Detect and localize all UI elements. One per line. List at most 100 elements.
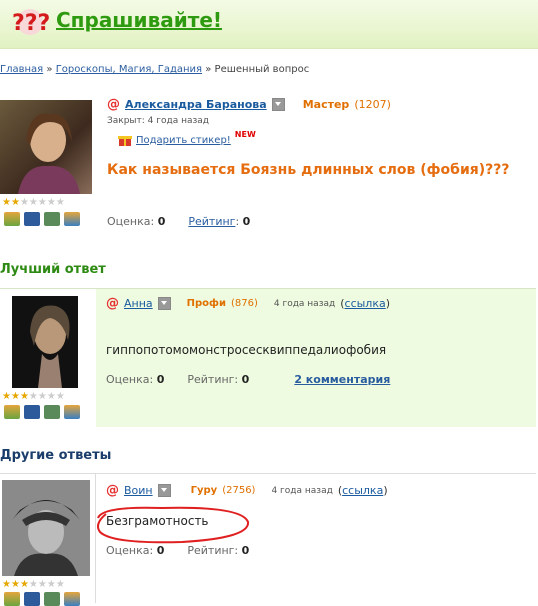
- best-answer-photo[interactable]: [12, 296, 78, 388]
- star-empty-icon: ★: [28, 579, 38, 590]
- star-filled-icon: ★: [2, 391, 11, 402]
- video-icon[interactable]: [44, 405, 60, 419]
- star-empty-icon: ★: [46, 197, 56, 208]
- at-icon: @: [106, 296, 119, 311]
- avatar: [2, 480, 90, 576]
- svg-text:???: ???: [12, 11, 50, 36]
- question-photo[interactable]: [0, 100, 92, 194]
- site-title-link[interactable]: Спрашивайте!: [56, 8, 222, 32]
- star-empty-icon: ★: [19, 197, 29, 208]
- star-empty-icon: ★: [37, 391, 47, 402]
- score-label: Оценка:: [106, 373, 154, 386]
- best-answer-author-link[interactable]: Анна: [124, 297, 153, 310]
- chevron-down-icon[interactable]: [157, 297, 171, 310]
- best-answer-heading: Лучший ответ: [0, 262, 106, 277]
- breadcrumb-separator: »: [205, 64, 212, 75]
- user-rank: Профи: [186, 298, 226, 309]
- chevron-down-icon[interactable]: [157, 484, 171, 497]
- star-empty-icon: ★: [55, 197, 65, 208]
- user-points: (876): [230, 298, 258, 309]
- question-closed-status: Закрыт: 4 года назад: [107, 116, 210, 126]
- star-empty-icon: ★: [28, 197, 38, 208]
- rating-colon: :: [235, 215, 240, 228]
- camera-icon[interactable]: [24, 212, 40, 226]
- pencil-user-icon[interactable]: [64, 212, 80, 226]
- other-answer-author-link[interactable]: Воин: [124, 484, 153, 497]
- pencil-user-icon[interactable]: [64, 592, 80, 606]
- rating-link[interactable]: Рейтинг: [188, 215, 235, 228]
- question-author-link[interactable]: Александра Баранова: [125, 98, 267, 111]
- star-filled-icon: ★: [10, 579, 20, 590]
- breadcrumb-home[interactable]: Главная: [0, 64, 43, 75]
- best-answer-score: Оценка: 0 Рейтинг: 0 2 комментария: [106, 373, 390, 386]
- pencil-user-icon[interactable]: [64, 405, 80, 419]
- best-answer-actions: [4, 405, 80, 419]
- rating-label: Рейтинг:: [187, 373, 239, 386]
- star-filled-icon: ★: [2, 197, 11, 208]
- rating-label: Рейтинг:: [187, 544, 239, 557]
- red-annotation-circle: [97, 506, 249, 544]
- at-icon: @: [106, 483, 119, 498]
- breadcrumb-separator: »: [46, 64, 53, 75]
- breadcrumb-current: Решенный вопрос: [214, 64, 310, 75]
- camera-icon[interactable]: [24, 592, 40, 606]
- other-answer-score: Оценка: 0 Рейтинг: 0: [106, 544, 249, 557]
- users-icon[interactable]: [4, 592, 20, 606]
- question-author-line: @ Александра Баранова Мастер (1207): [107, 97, 391, 112]
- permalink[interactable]: ссылка: [345, 297, 386, 310]
- best-answer-stars: ★★★★★★★: [2, 392, 65, 402]
- at-icon: @: [107, 97, 120, 112]
- user-rank: Гуру: [190, 485, 218, 496]
- star-empty-icon: ★: [46, 391, 56, 402]
- star-filled-icon: ★: [2, 579, 11, 590]
- score-value: 0: [156, 544, 165, 557]
- other-answer-photo[interactable]: [2, 480, 90, 576]
- score-label: Оценка:: [107, 215, 155, 228]
- gift-sticker-link[interactable]: Подарить стикер!: [136, 135, 231, 146]
- breadcrumb-category[interactable]: Гороскопы, Магия, Гадания: [56, 64, 202, 75]
- best-answer-author-line: @ Анна Профи (876) 4 года назад (ссылка): [106, 296, 390, 311]
- permalink[interactable]: ссылка: [342, 484, 383, 497]
- other-answer-stars: ★★★★★★★: [2, 580, 65, 590]
- star-filled-icon: ★: [10, 391, 20, 402]
- user-rank: Мастер: [302, 98, 350, 111]
- gift-sticker: Подарить стикер! NEW: [118, 129, 256, 147]
- rating-value: 0: [241, 544, 250, 557]
- answer-time: 4 года назад: [273, 298, 336, 309]
- star-empty-icon: ★: [37, 197, 47, 208]
- other-answers-heading: Другие ответы: [0, 448, 112, 463]
- question-score: Оценка: 0 Рейтинг: 0: [107, 215, 250, 228]
- users-icon[interactable]: [4, 212, 20, 226]
- answer-link: (ссылка): [340, 297, 391, 310]
- video-icon[interactable]: [44, 592, 60, 606]
- star-empty-icon: ★: [55, 579, 65, 590]
- other-answer-actions: [4, 592, 80, 606]
- users-icon[interactable]: [4, 405, 20, 419]
- user-points: (1207): [354, 98, 391, 111]
- rating-value: 0: [241, 373, 250, 386]
- question-stars: ★★★★★★★: [2, 198, 65, 208]
- question-title: Как называется Боязнь длинных слов (фоби…: [107, 162, 510, 178]
- score-value: 0: [156, 373, 165, 386]
- question-actions: [4, 212, 80, 226]
- other-answer-author-line: @ Воин Гуру (2756) 4 года назад (ссылка): [106, 483, 388, 498]
- breadcrumb: Главная » Гороскопы, Магия, Гадания » Ре…: [0, 64, 309, 75]
- star-empty-icon: ★: [46, 579, 56, 590]
- chevron-down-icon[interactable]: [271, 98, 285, 111]
- user-points: (2756): [222, 485, 256, 496]
- star-empty-icon: ★: [28, 391, 38, 402]
- comments-link[interactable]: 2 комментария: [294, 373, 390, 386]
- video-icon[interactable]: [44, 212, 60, 226]
- answer-time: 4 года назад: [271, 485, 333, 496]
- star-filled-icon: ★: [19, 579, 29, 590]
- new-badge: NEW: [234, 129, 256, 139]
- camera-icon[interactable]: [24, 405, 40, 419]
- score-label: Оценка:: [106, 544, 154, 557]
- star-empty-icon: ★: [55, 391, 65, 402]
- score-value: 0: [157, 215, 166, 228]
- best-answer-text: гиппопотомомонстросесквиппедалиофобия: [106, 343, 387, 357]
- avatar: [18, 113, 80, 194]
- star-filled-icon: ★: [19, 391, 29, 402]
- question-marks-icon[interactable]: ???: [10, 6, 50, 36]
- star-empty-icon: ★: [37, 579, 47, 590]
